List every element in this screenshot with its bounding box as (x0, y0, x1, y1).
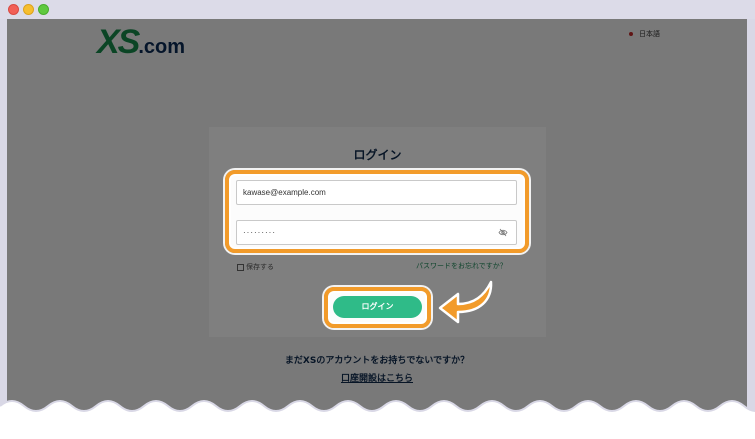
password-field[interactable]: ········· (236, 220, 517, 245)
minimize-window-button[interactable] (23, 4, 34, 15)
highlight-login-button: ログイン (324, 287, 431, 328)
login-button[interactable]: ログイン (333, 296, 422, 318)
password-value: ········· (243, 228, 276, 237)
close-window-button[interactable] (8, 4, 19, 15)
email-field[interactable]: kawase@example.com (236, 180, 517, 205)
title-bar (0, 0, 755, 19)
eye-slash-icon[interactable] (498, 228, 508, 237)
email-value: kawase@example.com (243, 188, 326, 197)
highlight-credentials: kawase@example.com ········· (225, 170, 529, 253)
browser-window: XS.com 日本語 ログイン 保存する パスワードをお忘れですか？ まだXSの… (0, 0, 755, 439)
torn-edge-icon (0, 400, 755, 439)
arrow-icon (438, 280, 493, 324)
maximize-window-button[interactable] (38, 4, 49, 15)
